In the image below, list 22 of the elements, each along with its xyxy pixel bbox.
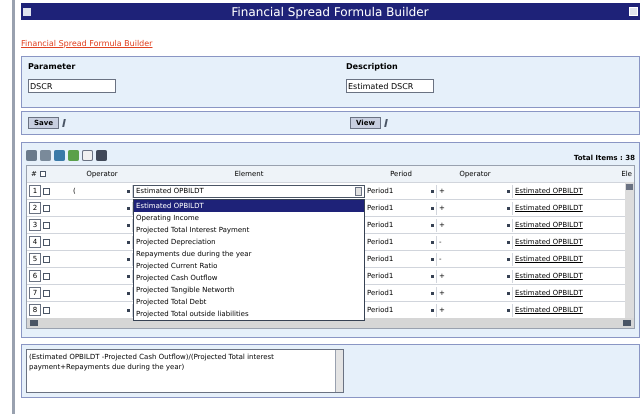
vertical-scrollbar[interactable] [335, 350, 343, 392]
checkbox[interactable] [43, 290, 50, 296]
breadcrumb-link[interactable]: Financial Spread Formula Builder [21, 38, 152, 50]
input-field[interactable]: Estimated DSCR [346, 79, 434, 93]
toolbar-icon[interactable] [54, 150, 65, 160]
checkbox[interactable] [43, 238, 50, 246]
checkbox[interactable] [43, 204, 50, 212]
toolbar-icon[interactable] [96, 150, 107, 160]
window-icon [23, 8, 31, 16]
input-field[interactable]: DSCR [28, 79, 116, 93]
checkbox[interactable] [40, 171, 46, 177]
window-title: Financial Spread Formula Builder [231, 4, 429, 20]
checkbox[interactable] [43, 188, 50, 194]
checkbox[interactable] [43, 272, 50, 280]
field-label: Parameter [28, 61, 76, 73]
toolbar-icon[interactable] [26, 150, 37, 160]
checkbox[interactable] [43, 256, 50, 262]
field-label: Description [346, 61, 399, 73]
checkbox[interactable] [43, 222, 50, 228]
toolbar-icon[interactable] [82, 150, 93, 160]
checkbox[interactable] [43, 306, 50, 314]
vertical-scrollbar[interactable] [625, 182, 634, 318]
